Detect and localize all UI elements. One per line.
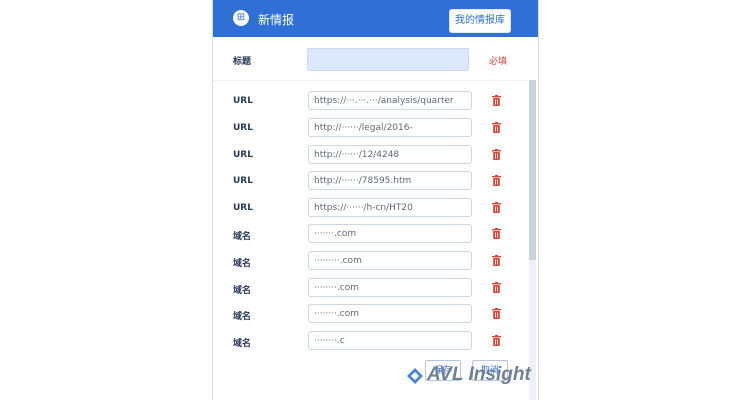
row-label-url: URL bbox=[233, 203, 253, 213]
row-label-domain: 域名 bbox=[233, 339, 252, 349]
delete-icon[interactable] bbox=[492, 255, 501, 266]
url-input[interactable]: http://······/78595.htm bbox=[308, 171, 472, 190]
domain-input[interactable]: ········.c bbox=[308, 331, 472, 350]
required-hint: 必填 bbox=[489, 57, 508, 67]
row-label-domain: 域名 bbox=[233, 286, 252, 296]
title-input[interactable] bbox=[307, 48, 469, 71]
delete-icon[interactable] bbox=[492, 202, 501, 213]
watermark-text: AVL Insight bbox=[427, 364, 531, 385]
delete-icon[interactable] bbox=[492, 308, 501, 319]
row-label-url: URL bbox=[233, 176, 253, 186]
row-label-domain: 域名 bbox=[233, 259, 252, 269]
divider bbox=[213, 80, 538, 81]
domain-input[interactable]: ········.com bbox=[308, 278, 472, 297]
watermark-logo-icon bbox=[407, 368, 423, 384]
url-input[interactable]: http://······/legal/2016- bbox=[308, 118, 472, 137]
row-label-domain: 域名 bbox=[233, 312, 252, 322]
delete-icon[interactable] bbox=[492, 228, 501, 239]
delete-icon[interactable] bbox=[492, 95, 501, 106]
delete-icon[interactable] bbox=[492, 282, 501, 293]
dialog-title: 新情报 bbox=[258, 13, 295, 27]
row-label-url: URL bbox=[233, 123, 253, 133]
row-label-url: URL bbox=[233, 150, 253, 160]
new-intel-dialog: ⊞ 新情报 我的情报库 标题 必填 URL https://···.···.··… bbox=[212, 0, 539, 400]
url-input[interactable]: https://···.···.···/analysis/quarter bbox=[308, 91, 472, 110]
delete-icon[interactable] bbox=[492, 149, 501, 160]
row-label-domain: 域名 bbox=[233, 232, 252, 242]
watermark: AVL Insight bbox=[405, 362, 540, 392]
domain-input[interactable]: ·········.com bbox=[308, 251, 472, 270]
title-label: 标题 bbox=[233, 57, 252, 67]
url-input[interactable]: https://······/h-cn/HT20 bbox=[308, 198, 472, 217]
url-input[interactable]: http://······/12/4248 bbox=[308, 145, 472, 164]
domain-input[interactable]: ········.com bbox=[308, 304, 472, 323]
delete-icon[interactable] bbox=[492, 335, 501, 346]
delete-icon[interactable] bbox=[492, 175, 501, 186]
domain-input[interactable]: ·······.com bbox=[308, 224, 472, 243]
scrollbar-thumb[interactable] bbox=[529, 80, 536, 260]
delete-icon[interactable] bbox=[492, 122, 501, 133]
row-label-url: URL bbox=[233, 96, 253, 106]
dialog-header: ⊞ 新情报 我的情报库 bbox=[213, 0, 538, 37]
my-intel-library-button[interactable]: 我的情报库 bbox=[449, 9, 511, 33]
app-logo-icon: ⊞ bbox=[233, 10, 249, 26]
